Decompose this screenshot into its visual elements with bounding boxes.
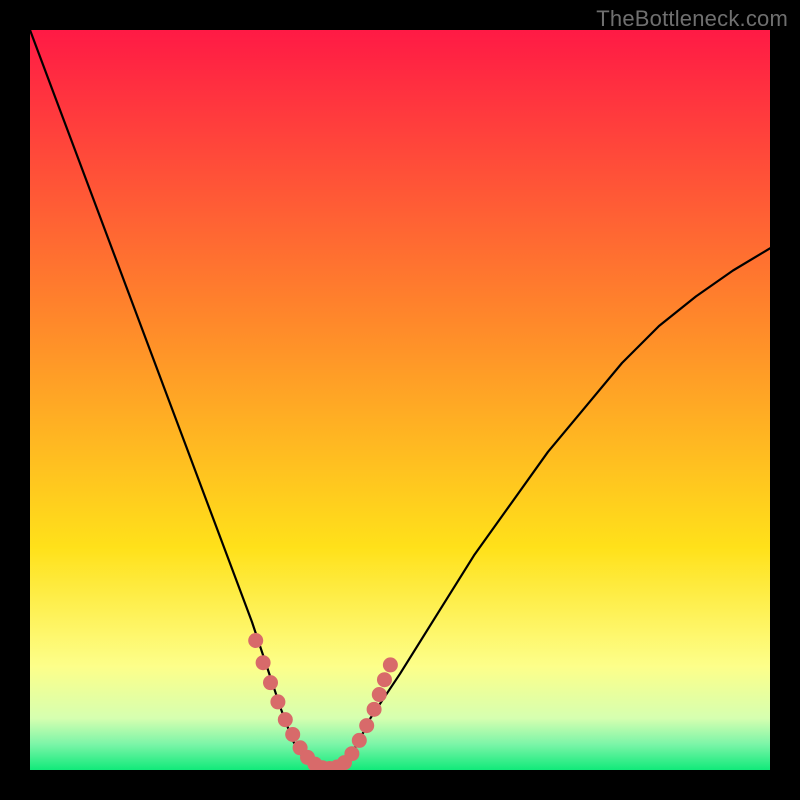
valley-dot — [359, 718, 374, 733]
watermark-label: TheBottleneck.com — [596, 6, 788, 32]
chart-stage: TheBottleneck.com — [0, 0, 800, 800]
valley-dot — [278, 712, 293, 727]
valley-dot — [263, 675, 278, 690]
valley-dot — [285, 727, 300, 742]
valley-dot — [383, 657, 398, 672]
bottleneck-plot — [30, 30, 770, 770]
valley-dot — [367, 702, 382, 717]
valley-dot — [248, 633, 263, 648]
plot-background — [30, 30, 770, 770]
valley-dot — [377, 672, 392, 687]
valley-dot — [352, 733, 367, 748]
valley-dot — [256, 655, 271, 670]
valley-dot — [344, 746, 359, 761]
valley-dot — [270, 694, 285, 709]
valley-dot — [372, 687, 387, 702]
